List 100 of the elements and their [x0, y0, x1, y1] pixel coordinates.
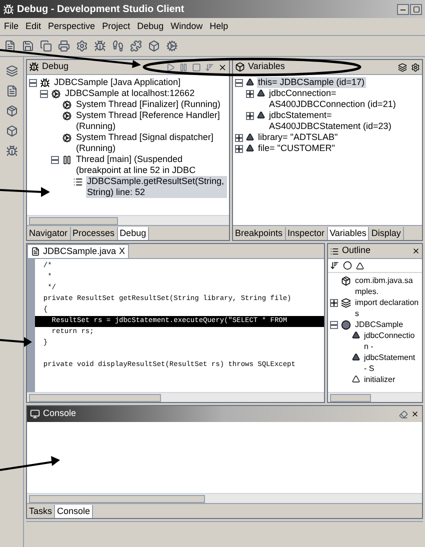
panel-title: Debug [42, 60, 69, 74]
expand-toggle[interactable] [235, 145, 243, 153]
tree-item[interactable]: com.ibm.java.samples. [354, 275, 420, 297]
menu-item[interactable]: Help [210, 20, 228, 34]
expand-toggle[interactable] [330, 299, 338, 307]
close-icon[interactable] [218, 62, 227, 72]
tab[interactable]: Navigator [27, 227, 71, 240]
collapse-toggle[interactable] [29, 79, 37, 87]
horizontal-scrollbar[interactable] [27, 215, 229, 225]
annotation-arrow [0, 187, 50, 197]
menu-item[interactable]: Window [170, 20, 203, 34]
list-icon [73, 177, 83, 187]
tree-item[interactable]: System Thread [Reference Handler] (Running) [75, 110, 227, 132]
debug-icon[interactable] [94, 40, 106, 52]
gear-icon [51, 89, 61, 99]
layers-icon[interactable] [398, 62, 407, 72]
panel-title: Outline [342, 244, 371, 258]
menu-item[interactable]: Project [102, 20, 130, 34]
tab-close[interactable]: X [119, 244, 126, 258]
collapse-toggle[interactable] [51, 156, 59, 164]
tree-item[interactable]: jdbcConnection= AS400JDBCConnection (id=21) [268, 88, 420, 110]
pause-icon[interactable] [179, 62, 188, 72]
file-icon [31, 247, 40, 256]
tab[interactable]: Display [369, 227, 404, 240]
gear-icon[interactable] [166, 40, 178, 52]
tree-item[interactable]: import declarations [354, 297, 420, 319]
tree-item[interactable]: JDBCSample at localhost:12662 [64, 88, 196, 99]
close-icon[interactable] [411, 410, 419, 418]
settings-icon[interactable] [411, 62, 420, 72]
puzzle-icon[interactable] [130, 40, 142, 52]
print-icon[interactable] [58, 40, 70, 52]
tab[interactable]: Debug [118, 227, 150, 240]
tab[interactable]: Console [55, 505, 94, 518]
editor-tab[interactable]: JDBCSample.java X [27, 244, 130, 258]
menu-item[interactable]: Debug [137, 20, 164, 34]
menu-item[interactable]: File [4, 20, 19, 34]
plus-icon [331, 300, 337, 306]
package-icon[interactable] [6, 105, 18, 117]
tab[interactable]: Inspector [286, 227, 328, 240]
bug-icon [40, 78, 50, 88]
gear-icon [62, 111, 72, 121]
box-icon[interactable] [6, 125, 18, 137]
horizontal-scrollbar[interactable] [27, 493, 422, 503]
menu-item[interactable]: Perspective [48, 20, 96, 34]
collapse-toggle[interactable] [40, 90, 48, 98]
triangle-icon [352, 353, 360, 361]
expand-toggle[interactable] [246, 112, 254, 120]
sort-icon[interactable] [330, 261, 339, 270]
plus-icon [247, 113, 253, 119]
window-title: Debug - Development Studio Client [17, 2, 184, 16]
tab[interactable]: Breakpoints [233, 227, 286, 240]
tree-item[interactable]: System Thread [Finalizer] (Running) [75, 99, 222, 110]
stop-icon[interactable] [192, 62, 201, 72]
maximize-icon[interactable] [410, 4, 422, 14]
tree-item[interactable]: jdbcStatement= AS400JDBCStatement (id=23) [268, 110, 420, 132]
minus-icon [331, 322, 337, 328]
gear-icon [62, 100, 72, 110]
resume-icon[interactable] [166, 62, 175, 72]
tree-item[interactable]: this= JDBCSample (id=17) [257, 77, 366, 88]
tree-item[interactable]: System Thread [Signal dispatcher] (Running) [75, 132, 227, 154]
plus-icon [236, 146, 242, 152]
step-icon[interactable] [205, 62, 214, 72]
menu-item[interactable]: Edit [26, 20, 42, 34]
triangle-icon[interactable] [356, 262, 364, 270]
triangle-icon [352, 331, 360, 339]
footprints-icon[interactable] [112, 40, 124, 52]
console-icon [30, 409, 40, 419]
outline-icon [330, 246, 339, 256]
tree-item[interactable]: JDBCSample [354, 319, 404, 330]
plus-icon [247, 91, 253, 97]
minimize-icon[interactable] [397, 4, 409, 14]
new-file-icon[interactable] [4, 40, 16, 52]
tree-item[interactable]: Thread [main] (Suspended (breakpoint at line 52 in JDBC [75, 154, 227, 176]
expand-toggle[interactable] [246, 90, 254, 98]
tree-item[interactable]: JDBCSample.getResultSet(String, String) line: 52 [86, 176, 227, 198]
close-icon[interactable] [412, 247, 420, 255]
tab[interactable]: Processes [70, 227, 118, 240]
horizontal-scrollbar[interactable] [27, 392, 324, 402]
circle-icon [341, 320, 351, 330]
save-icon[interactable] [22, 40, 34, 52]
horizontal-scrollbar[interactable] [328, 392, 422, 402]
panel-title: Console [43, 407, 76, 420]
collapse-toggle[interactable] [330, 321, 338, 329]
file-icon[interactable] [6, 85, 18, 97]
collapse-toggle[interactable] [235, 79, 243, 87]
tab[interactable]: Tasks [27, 505, 56, 518]
layers-icon [341, 298, 351, 308]
annotation-arrow [0, 337, 32, 347]
tree-item[interactable]: file= "CUSTOMER" [257, 143, 336, 154]
box-icon[interactable] [148, 40, 160, 52]
expand-toggle[interactable] [235, 134, 243, 142]
tab[interactable]: Variables [328, 227, 370, 240]
copy-icon[interactable] [40, 40, 52, 52]
tree-item[interactable]: library= "ADTSLAB" [257, 132, 339, 143]
circle-icon[interactable] [343, 261, 352, 270]
tree-item[interactable]: initializer [363, 374, 396, 385]
clear-icon[interactable] [399, 410, 408, 418]
tree-item[interactable]: JDBCSample [Java Application] [53, 77, 182, 88]
plus-icon [236, 135, 242, 141]
debug-icon[interactable] [6, 145, 18, 157]
